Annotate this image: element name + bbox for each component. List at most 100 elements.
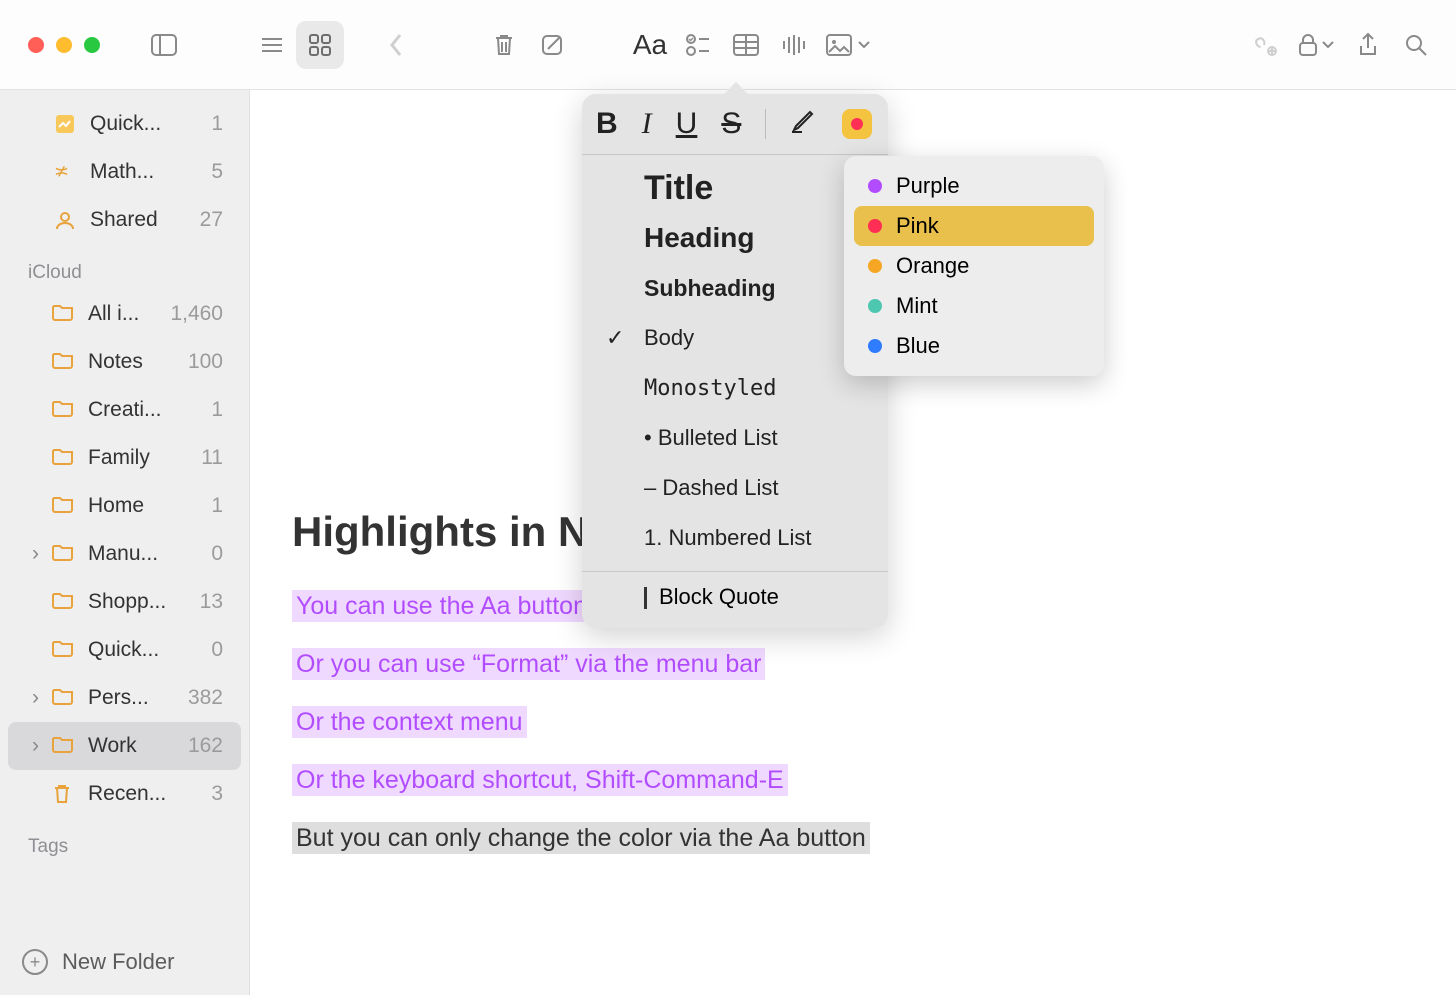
sidebar-item-count: 0 bbox=[211, 638, 223, 662]
sidebar-folder[interactable]: Quick...0 bbox=[8, 626, 241, 674]
folder-icon bbox=[52, 543, 74, 565]
color-label: Blue bbox=[896, 333, 940, 359]
titlebar: Aa bbox=[0, 0, 1456, 90]
folder-icon bbox=[52, 591, 74, 613]
sidebar-folder[interactable]: Family11 bbox=[8, 434, 241, 482]
sidebar-folder[interactable]: ›Work162 bbox=[8, 722, 241, 770]
grid-icon bbox=[308, 33, 332, 57]
style-dl[interactable]: – Dashed List bbox=[582, 463, 888, 513]
folder-icon bbox=[52, 303, 74, 325]
format-panel: B I U S TitleHeadingSubheading✓BodyMonos… bbox=[582, 94, 888, 628]
search-button[interactable] bbox=[1392, 21, 1440, 69]
color-swatch-icon bbox=[868, 259, 882, 273]
block-quote-item[interactable]: Block Quote bbox=[582, 572, 888, 614]
audio-button[interactable] bbox=[770, 21, 818, 69]
sidebar-icon bbox=[151, 34, 177, 56]
color-blue[interactable]: Blue bbox=[854, 326, 1094, 366]
sidebar-folder[interactable]: ›Pers...382 bbox=[8, 674, 241, 722]
sidebar-item-count: 5 bbox=[211, 160, 223, 184]
highlight-color-button[interactable] bbox=[842, 109, 872, 139]
sidebar-smart-math[interactable]: ≭Math...5 bbox=[8, 148, 241, 196]
sidebar-folder[interactable]: Home1 bbox=[8, 482, 241, 530]
style-mono[interactable]: Monostyled bbox=[582, 363, 888, 413]
sidebar-item-label: Creati... bbox=[88, 398, 162, 422]
sidebar-folder[interactable]: Creati...1 bbox=[8, 386, 241, 434]
note-line: Or the context menu bbox=[292, 702, 1414, 742]
window-controls bbox=[28, 37, 100, 53]
format-button[interactable]: Aa bbox=[626, 21, 674, 69]
photo-icon bbox=[826, 34, 852, 56]
underline-button[interactable]: U bbox=[676, 107, 698, 141]
sidebar-item-count: 100 bbox=[188, 350, 223, 374]
sidebar: Quick...1≭Math...5Shared27 iCloud All i.… bbox=[0, 90, 250, 995]
new-folder-button[interactable]: + New Folder bbox=[0, 929, 249, 995]
bold-button[interactable]: B bbox=[596, 107, 618, 141]
folder-icon bbox=[52, 399, 74, 421]
table-button[interactable] bbox=[722, 21, 770, 69]
sidebar-item-label: Family bbox=[88, 446, 150, 470]
sidebar-item-label: Shared bbox=[90, 208, 158, 232]
chevron-right-icon[interactable]: › bbox=[32, 734, 52, 758]
toggle-sidebar-button[interactable] bbox=[140, 21, 188, 69]
color-purple[interactable]: Purple bbox=[854, 166, 1094, 206]
lock-button[interactable] bbox=[1288, 21, 1344, 69]
checkmark-icon: ✓ bbox=[606, 325, 624, 351]
highlight-pen-icon[interactable] bbox=[790, 106, 818, 142]
strikethrough-button[interactable]: S bbox=[721, 107, 741, 141]
color-orange[interactable]: Orange bbox=[854, 246, 1094, 286]
sidebar-folder[interactable]: Shopp...13 bbox=[8, 578, 241, 626]
folder-icon bbox=[52, 687, 74, 709]
view-list-button[interactable] bbox=[248, 21, 296, 69]
zoom-window-button[interactable] bbox=[84, 37, 100, 53]
sidebar-folder[interactable]: Recen...3 bbox=[8, 770, 241, 818]
color-mint[interactable]: Mint bbox=[854, 286, 1094, 326]
plus-icon: + bbox=[22, 949, 48, 975]
list-icon bbox=[260, 35, 284, 55]
note-line: But you can only change the color via th… bbox=[292, 818, 1414, 858]
style-nl[interactable]: 1. Numbered List bbox=[582, 513, 888, 563]
style-heading[interactable]: Heading bbox=[582, 213, 888, 263]
media-button[interactable] bbox=[818, 21, 878, 69]
checklist-button[interactable] bbox=[674, 21, 722, 69]
note-line: Or you can use “Format” via the menu bar bbox=[292, 644, 1414, 684]
checklist-icon bbox=[685, 33, 711, 57]
close-window-button[interactable] bbox=[28, 37, 44, 53]
pink-swatch-icon bbox=[851, 118, 863, 130]
text-style-row: B I U S bbox=[582, 106, 888, 155]
minimize-window-button[interactable] bbox=[56, 37, 72, 53]
back-button[interactable] bbox=[372, 21, 420, 69]
sidebar-smart-quick-note[interactable]: Quick...1 bbox=[8, 100, 241, 148]
italic-button[interactable]: I bbox=[642, 107, 652, 141]
color-label: Orange bbox=[896, 253, 969, 279]
style-title[interactable]: Title bbox=[582, 163, 888, 213]
chevron-left-icon bbox=[388, 33, 404, 57]
color-label: Mint bbox=[896, 293, 938, 319]
svg-text:≭: ≭ bbox=[54, 161, 69, 181]
style-subheading[interactable]: Subheading bbox=[582, 263, 888, 313]
chevron-right-icon[interactable]: › bbox=[32, 542, 52, 566]
style-body[interactable]: ✓Body bbox=[582, 313, 888, 363]
separator bbox=[765, 109, 766, 139]
style-bl[interactable]: • Bulleted List bbox=[582, 413, 888, 463]
sidebar-folder[interactable]: Notes 100 bbox=[8, 338, 241, 386]
lock-icon bbox=[1298, 33, 1318, 57]
compose-button[interactable] bbox=[528, 21, 576, 69]
chevron-right-icon[interactable]: › bbox=[32, 686, 52, 710]
trash-icon bbox=[52, 783, 74, 805]
color-pink[interactable]: Pink bbox=[854, 206, 1094, 246]
shared-icon bbox=[54, 209, 76, 231]
share-button[interactable] bbox=[1344, 21, 1392, 69]
sidebar-section-header: iCloud bbox=[0, 244, 249, 290]
sidebar-folder[interactable]: ›Manu...0 bbox=[8, 530, 241, 578]
waveform-icon bbox=[781, 33, 807, 57]
link-button[interactable] bbox=[1240, 21, 1288, 69]
chevron-down-icon bbox=[1322, 41, 1334, 49]
view-grid-button[interactable] bbox=[296, 21, 344, 69]
sidebar-folder[interactable]: All i...1,460 bbox=[8, 290, 241, 338]
note-line: Or the keyboard shortcut, Shift-Command-… bbox=[292, 760, 1414, 800]
math-icon: ≭ bbox=[54, 161, 76, 183]
delete-button[interactable] bbox=[480, 21, 528, 69]
sidebar-smart-shared[interactable]: Shared27 bbox=[8, 196, 241, 244]
sidebar-item-label: Notes bbox=[88, 350, 143, 374]
color-label: Purple bbox=[896, 173, 960, 199]
